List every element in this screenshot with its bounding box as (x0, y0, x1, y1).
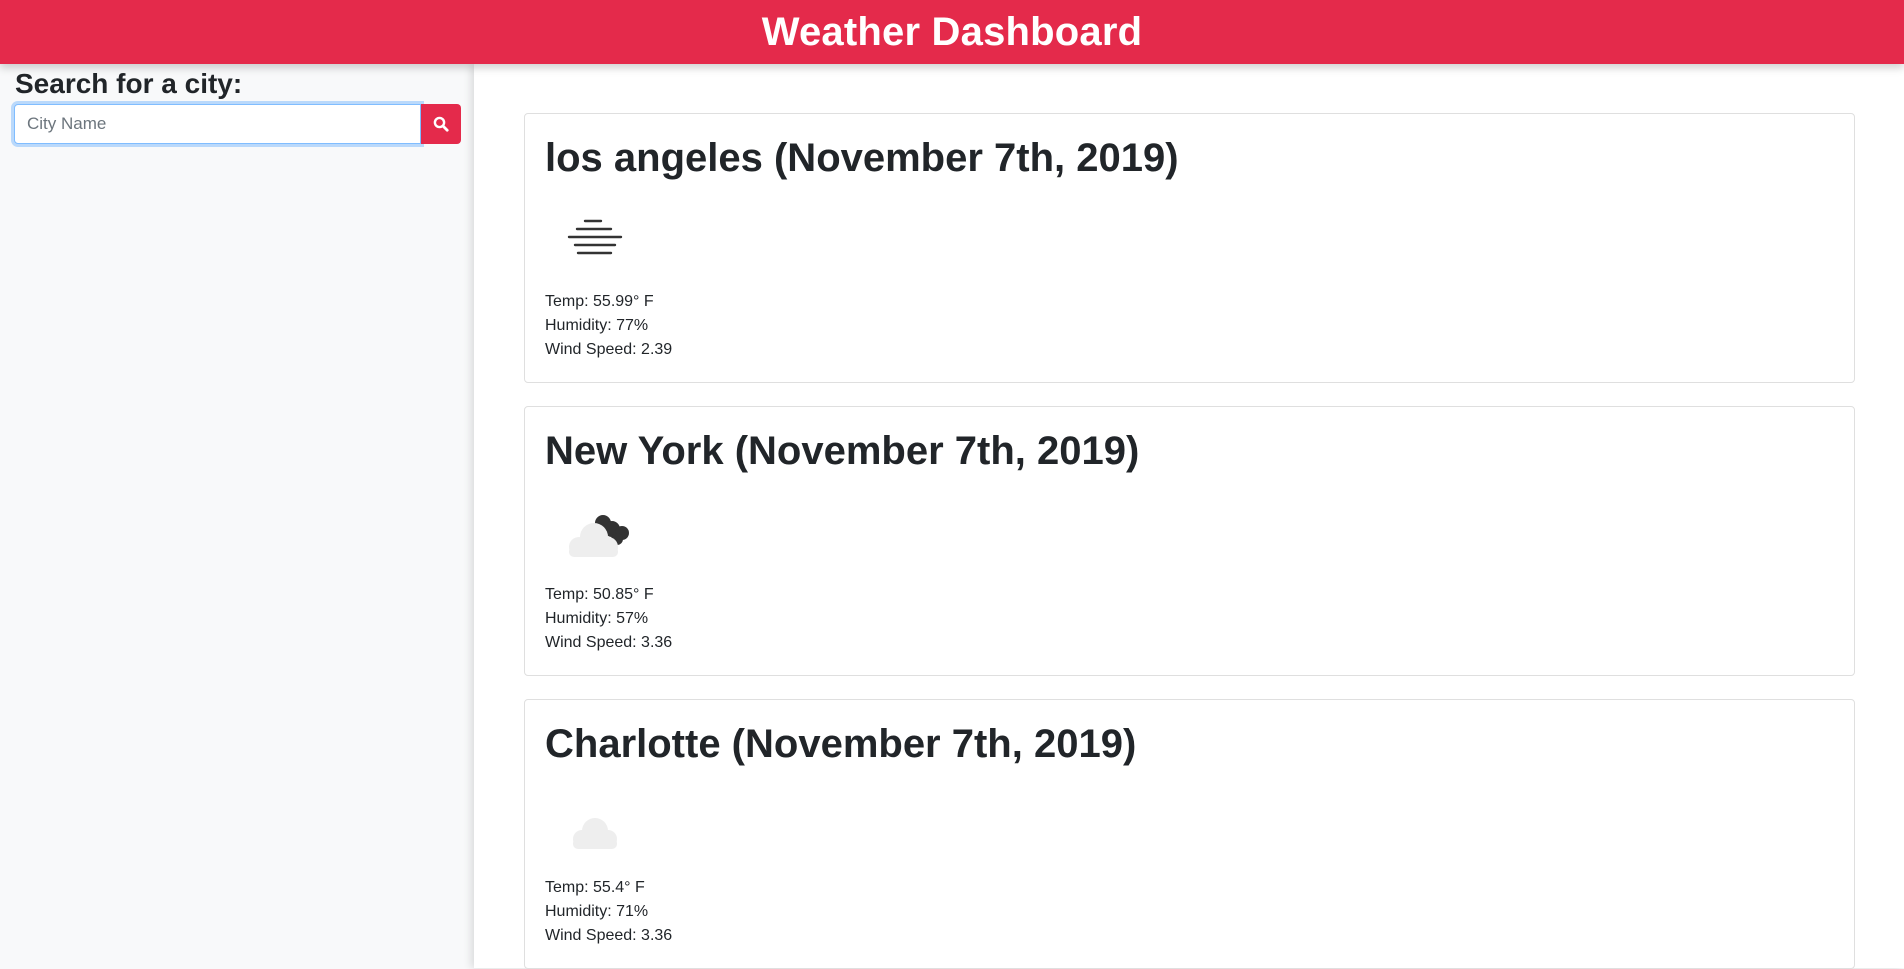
search-input[interactable] (14, 104, 421, 144)
city-title: New York (November 7th, 2019) (545, 429, 1140, 473)
sidebar: Search for a city: (0, 64, 474, 968)
page-title: Weather Dashboard (761, 9, 1143, 54)
wind-speed: Wind Speed: 3.36 (545, 927, 673, 944)
city-card-los-angeles: los angeles (November 7th, 2019) Temp: 5… (524, 113, 1855, 383)
city-title: los angeles (November 7th, 2019) (545, 136, 1179, 180)
city-title: Charlotte (November 7th, 2019) (545, 722, 1137, 766)
weather-details: Temp: 55.99° F Humidity: 77% Wind Speed:… (545, 290, 672, 362)
humidity: Humidity: 57% (545, 610, 649, 627)
temperature: Temp: 50.85° F (545, 586, 654, 603)
temperature: Temp: 55.4° F (545, 879, 645, 896)
wind-speed: Wind Speed: 3.36 (545, 634, 673, 651)
partly-cloudy-night-icon (569, 515, 629, 557)
search-label: Search for a city: (15, 68, 243, 99)
weather-details: Temp: 50.85° F Humidity: 57% Wind Speed:… (545, 583, 672, 655)
wind-speed: Wind Speed: 2.39 (545, 341, 673, 358)
search-group (14, 104, 461, 144)
forecast-panel: los angeles (November 7th, 2019) Temp: 5… (474, 64, 1904, 969)
weather-details: Temp: 55.4° F Humidity: 71% Wind Speed: … (545, 876, 672, 948)
city-card-new-york: New York (November 7th, 2019) Temp: 50.8… (524, 406, 1855, 676)
search-icon (433, 116, 449, 132)
cloud-icon (573, 818, 617, 849)
mist-icon (567, 219, 623, 255)
search-button[interactable] (421, 104, 461, 144)
app-header: Weather Dashboard (0, 0, 1904, 64)
humidity: Humidity: 71% (545, 903, 649, 920)
temperature: Temp: 55.99° F (545, 293, 654, 310)
humidity: Humidity: 77% (545, 317, 649, 334)
city-card-charlotte: Charlotte (November 7th, 2019) Temp: 55.… (524, 699, 1855, 969)
